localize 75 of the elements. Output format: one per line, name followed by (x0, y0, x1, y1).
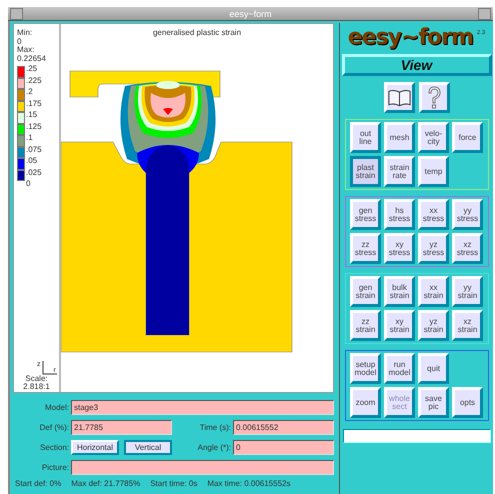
app-logo: eesy~form (348, 26, 473, 50)
axes-icon (42, 360, 58, 375)
window-maximize-button[interactable] (478, 8, 491, 20)
help-button[interactable] (418, 82, 450, 113)
mode-button[interactable]: zoom (350, 387, 381, 418)
legend-label: .175 (26, 100, 42, 108)
angle-field[interactable]: 0 (233, 440, 334, 455)
mode-button[interactable]: yy stress (452, 199, 483, 230)
legend-label: .05 (26, 157, 38, 166)
mode-button[interactable]: zz stress (350, 233, 381, 264)
manual-button[interactable] (384, 82, 414, 113)
legend-label: .1 (26, 134, 33, 142)
legend-label: .25 (26, 65, 38, 74)
field-label: Angle (*): (196, 443, 231, 452)
mode-button[interactable]: xy stress (384, 233, 415, 264)
mode-button[interactable]: xy strain (384, 310, 415, 341)
legend-label: .15 (26, 111, 38, 120)
status-text: Max def: 21.7785% (71, 479, 140, 488)
mode-button[interactable]: yz stress (418, 233, 449, 264)
scale-value: 2.818:1 (22, 383, 51, 392)
section-button[interactable]: Vertical (124, 440, 172, 455)
mode-button[interactable]: gen stress (350, 199, 381, 230)
mode-button[interactable]: gen strain (350, 276, 381, 307)
section-button[interactable]: Horizontal (71, 440, 119, 455)
def-field[interactable]: 21.7785 (71, 420, 172, 435)
legend-min-label: Min: (17, 29, 34, 38)
field-label: Time (s): (198, 423, 231, 432)
mode-button[interactable]: setup model (350, 353, 381, 384)
legend-label: .2 (26, 88, 33, 96)
mode-button[interactable]: force (452, 122, 483, 153)
book-icon (386, 88, 412, 108)
mode-button[interactable]: plast strain (350, 156, 381, 187)
mode-button[interactable]: xx stress (418, 199, 449, 230)
mode-title: View (342, 54, 492, 76)
legend-label: .125 (26, 122, 42, 131)
mode-button[interactable]: bulk strain (384, 276, 415, 307)
scale-label: Scale: (24, 374, 49, 383)
legend-label: .025 (26, 168, 42, 177)
mode-button[interactable]: mesh (384, 122, 415, 153)
legend-label: 0 (26, 180, 30, 188)
mode-button[interactable]: zz strain (350, 310, 381, 341)
legend-label: .075 (26, 146, 42, 154)
mode-button[interactable]: yy strain (452, 276, 483, 307)
legend-max-label: Max: (17, 46, 36, 55)
legend-max-value: 0.22654 (17, 54, 47, 64)
field-label: Model: (44, 403, 69, 412)
status-text: Start time: 0s (150, 479, 198, 488)
mode-button[interactable]: quit (418, 353, 449, 384)
mode-button[interactable]: run model (384, 353, 415, 384)
field-label: Section: (39, 443, 69, 452)
field-label: Def (%): (38, 423, 69, 432)
status-text: Max time: 0.00615552s (207, 479, 290, 488)
mode-button[interactable]: velo- city (418, 122, 449, 153)
model-field[interactable]: stage3 (71, 400, 334, 415)
mode-button[interactable]: xz strain (452, 310, 483, 341)
status-text: Start def: 0% (15, 479, 62, 488)
mode-button[interactable]: yz strain (418, 310, 449, 341)
legend-label: .225 (26, 76, 42, 85)
time-field[interactable]: 0.00615552 (233, 420, 334, 435)
mode-button[interactable]: opts (452, 387, 483, 418)
field-label: Picture: (40, 463, 69, 472)
mode-button[interactable]: save pic (418, 387, 449, 418)
mode-button[interactable]: xz stress (452, 233, 483, 264)
mode-button[interactable]: xx strain (418, 276, 449, 307)
window-menu-button[interactable] (10, 8, 23, 20)
mode-button[interactable]: strain rate (384, 156, 415, 187)
mode-button[interactable]: temp (418, 156, 449, 187)
window-title: eesy~form (229, 8, 272, 18)
help-icon (426, 86, 442, 110)
plot-title: generalised plastic strain (152, 28, 242, 37)
picture-field[interactable] (71, 460, 334, 475)
mode-button[interactable]: hs stress (384, 199, 415, 230)
message-field[interactable] (342, 429, 490, 443)
mode-button[interactable]: out line (350, 122, 381, 153)
legend-min-value: 0 (17, 38, 22, 46)
